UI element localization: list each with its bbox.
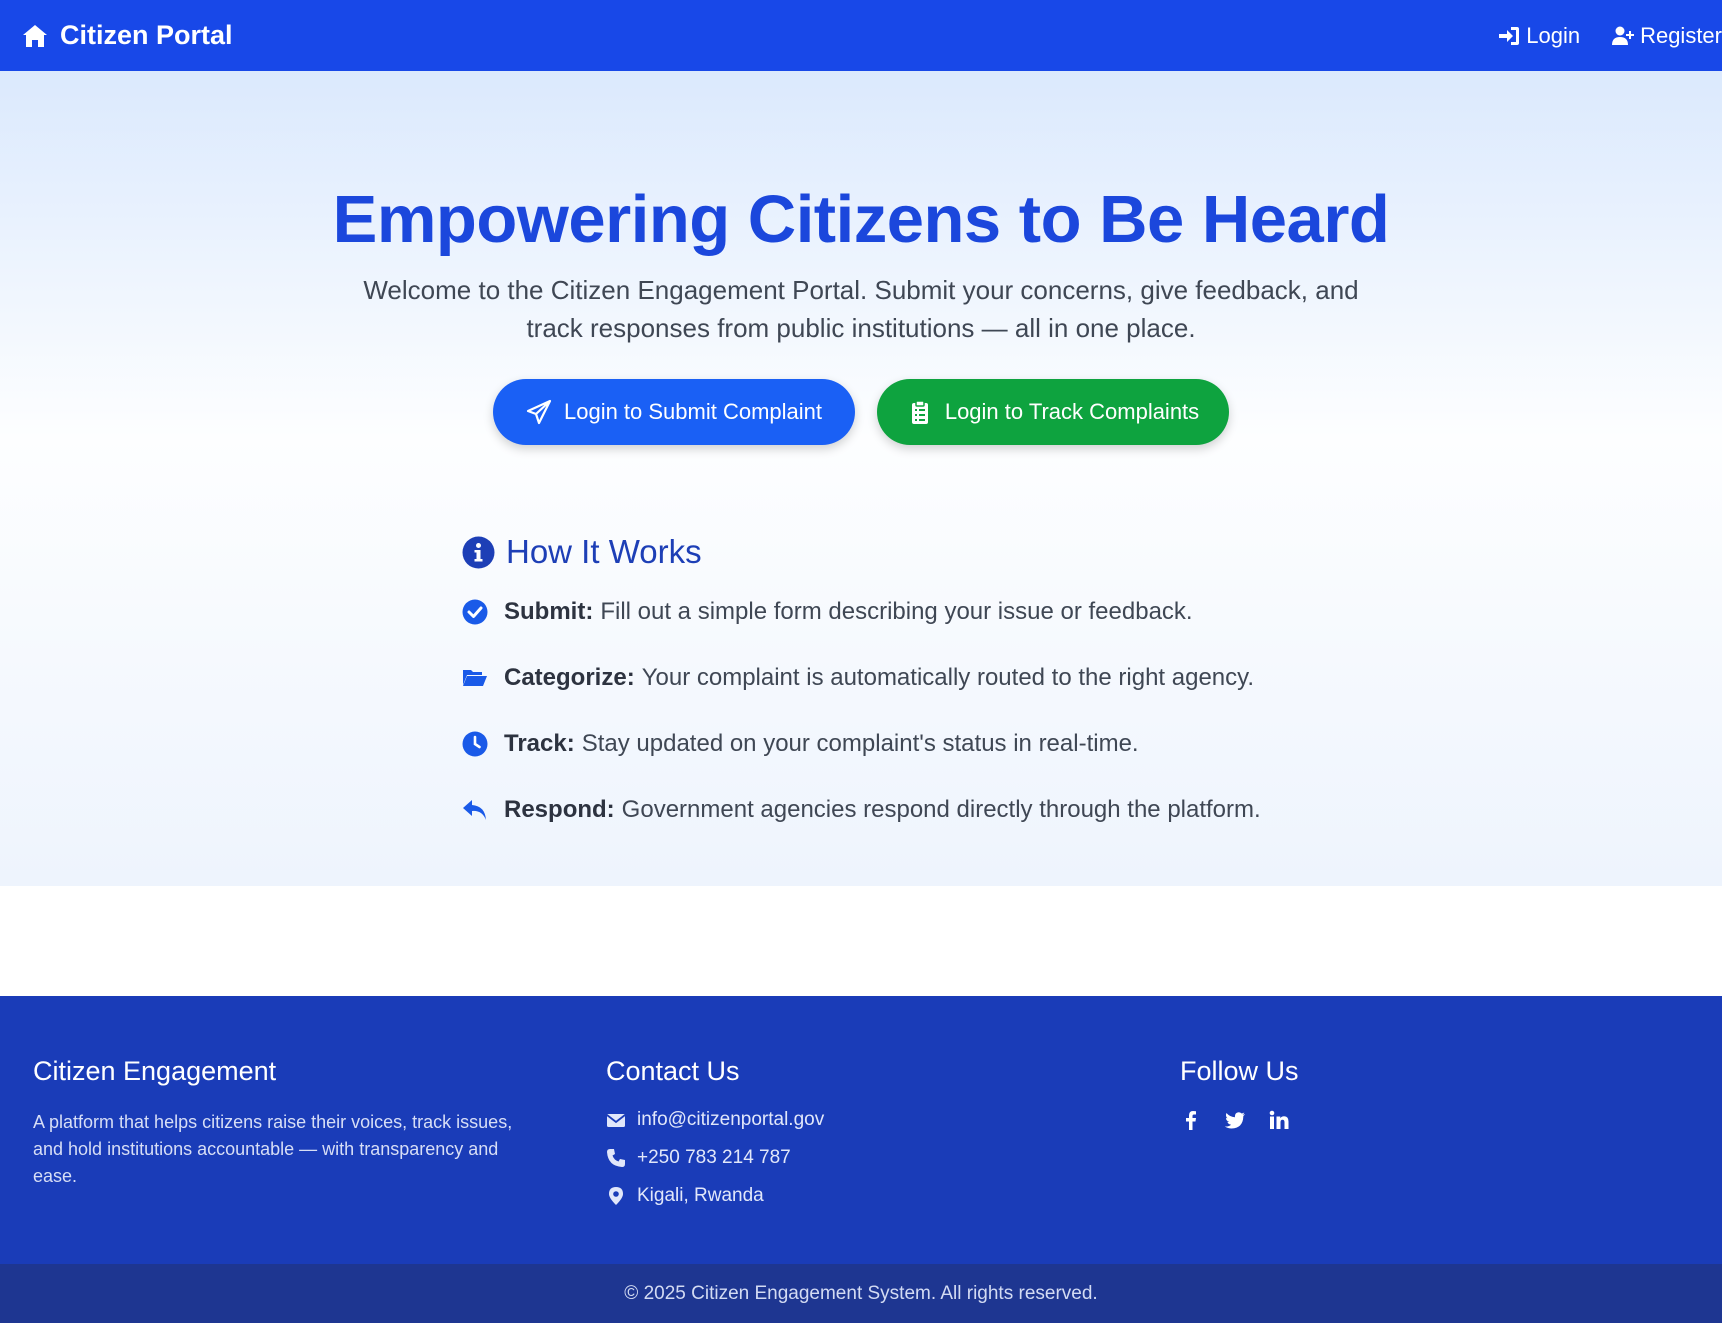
step-label: Track:	[504, 730, 575, 757]
login-label: Login	[1526, 22, 1581, 48]
submit-complaint-button[interactable]: Login to Submit Complaint	[493, 379, 855, 445]
cta-buttons: Login to Submit Complaint Login to Track…	[0, 379, 1722, 445]
footer-follow-title: Follow Us	[1180, 1056, 1299, 1086]
contact-email[interactable]: info@citizenportal.gov	[606, 1109, 824, 1131]
top-navbar: Citizen Portal Login Register	[0, 0, 1722, 71]
nav-links: Login Register	[1466, 0, 1722, 71]
footer-follow: Follow Us	[1180, 1056, 1299, 1131]
hero-title: Empowering Citizens to Be Heard	[332, 182, 1390, 257]
reply-icon	[463, 800, 486, 820]
step-submit: Submit: Fill out a simple form describin…	[462, 598, 1362, 626]
facebook-icon[interactable]	[1180, 1109, 1202, 1131]
envelope-icon	[606, 1114, 626, 1127]
brand-name: Citizen Portal	[60, 20, 233, 50]
submit-complaint-label: Login to Submit Complaint	[563, 399, 823, 424]
user-plus-icon	[1612, 26, 1635, 45]
contact-location-text: Kigali, Rwanda	[637, 1185, 764, 1206]
footer-about-title: Citizen Engagement	[33, 1056, 277, 1086]
step-text: Government agencies respond directly thr…	[621, 796, 1261, 823]
hero-section: Empowering Citizens to Be Heard Welcome …	[0, 71, 1722, 886]
copyright-text: © 2025 Citizen Engagement System. All ri…	[624, 1282, 1098, 1304]
brand-link[interactable]: Citizen Portal	[21, 20, 233, 51]
steps-list: Submit: Fill out a simple form describin…	[462, 598, 1362, 824]
footer-contact: Contact Us info@citizenportal.gov +250 7…	[606, 1056, 824, 1223]
step-respond: Respond: Government agencies respond dir…	[462, 796, 1362, 824]
register-label: Register	[1640, 22, 1722, 48]
step-categorize: Categorize: Your complaint is automatica…	[462, 664, 1362, 692]
step-text: Stay updated on your complaint's status …	[581, 730, 1139, 757]
copyright-bar: © 2025 Citizen Engagement System. All ri…	[0, 1264, 1722, 1323]
contact-phone[interactable]: +250 783 214 787	[606, 1147, 824, 1169]
clock-icon	[462, 731, 488, 757]
step-label: Respond:	[504, 796, 615, 823]
home-icon	[23, 24, 47, 47]
step-label: Categorize:	[504, 664, 635, 691]
social-links	[1180, 1109, 1299, 1131]
sign-in-icon	[1499, 26, 1520, 45]
step-label: Submit:	[504, 598, 594, 625]
footer: Citizen Engagement A platform that helps…	[0, 996, 1722, 1264]
track-complaints-label: Login to Track Complaints	[944, 399, 1200, 424]
track-complaints-button[interactable]: Login to Track Complaints	[877, 379, 1229, 445]
clipboard-list-icon	[911, 400, 928, 424]
linkedin-icon[interactable]	[1268, 1109, 1290, 1131]
info-circle-icon	[462, 536, 495, 568]
register-link[interactable]: Register	[1612, 23, 1722, 49]
phone-icon	[607, 1149, 625, 1167]
footer-about-text: A platform that helps citizens raise the…	[33, 1112, 513, 1186]
footer-contact-title: Contact Us	[606, 1056, 740, 1086]
twitter-icon[interactable]	[1224, 1109, 1246, 1131]
check-circle-icon	[462, 599, 488, 625]
step-text: Fill out a simple form describing your i…	[600, 598, 1193, 625]
folder-open-icon	[463, 670, 487, 686]
contact-phone-text: +250 783 214 787	[637, 1147, 791, 1168]
contact-location: Kigali, Rwanda	[606, 1185, 824, 1207]
paper-plane-icon	[526, 399, 552, 425]
login-link[interactable]: Login	[1498, 23, 1580, 49]
contact-email-text: info@citizenportal.gov	[637, 1109, 825, 1130]
how-it-works-heading: How It Works	[462, 533, 1362, 571]
step-track: Track: Stay updated on your complaint's …	[462, 730, 1362, 758]
map-marker-icon	[609, 1187, 623, 1205]
how-it-works-title: How It Works	[506, 533, 702, 570]
hero-subtitle: Welcome to the Citizen Engagement Portal…	[363, 275, 1359, 343]
footer-about: Citizen Engagement A platform that helps…	[33, 1056, 543, 1190]
how-it-works: How It Works Submit: Fill out a simple f…	[462, 533, 1362, 824]
step-text: Your complaint is automatically routed t…	[641, 664, 1255, 691]
